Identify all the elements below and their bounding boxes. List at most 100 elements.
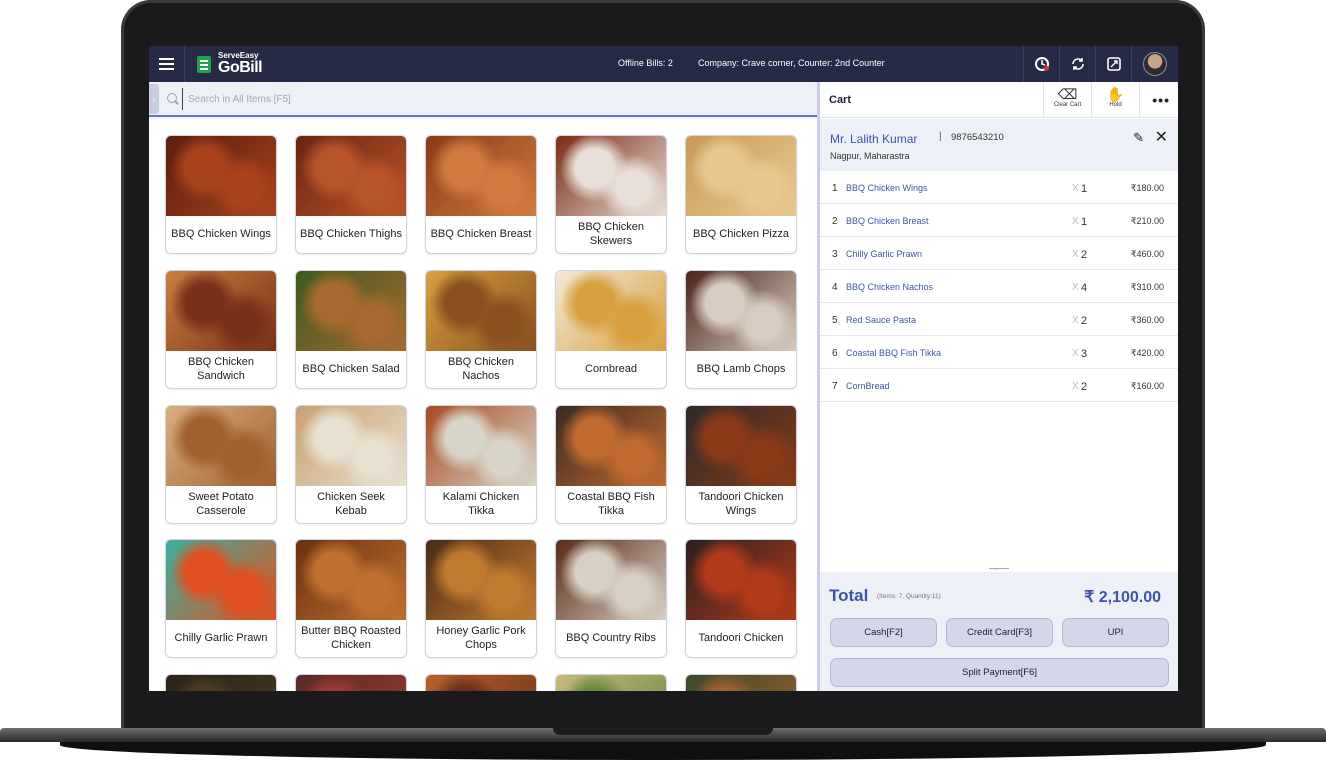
food-image xyxy=(296,136,406,216)
cart-line[interactable]: 1 BBQ Chicken Wings X 1 ₹180.00 xyxy=(820,171,1178,204)
line-price: ₹460.00 xyxy=(1130,249,1164,259)
cart-line[interactable]: 4 BBQ Chicken Nachos X 4 ₹310.00 xyxy=(820,270,1178,303)
menu-item-tile[interactable]: BBQ Chicken Breast xyxy=(425,135,537,254)
line-index: 4 xyxy=(832,282,838,293)
menu-item-tile[interactable]: Tandoori Chicken xyxy=(685,539,797,658)
menu-item-tile[interactable]: BBQ Chicken Salad xyxy=(295,270,407,389)
split-payment-button[interactable]: Split Payment[F6] xyxy=(830,658,1169,687)
clear-cart-label: Clear Cart xyxy=(1053,102,1082,108)
fullscreen-icon xyxy=(1106,57,1121,71)
upi-button[interactable]: UPI xyxy=(1062,618,1169,647)
total-label: Total xyxy=(829,586,869,605)
menu-item-tile[interactable]: BBQ Country Ribs xyxy=(555,539,667,658)
line-quantity[interactable]: 2 xyxy=(1081,249,1087,261)
menu-item-name: Tandoori Chicken xyxy=(698,631,784,644)
line-item-name: Chilly Garlic Prawn xyxy=(846,249,923,259)
menu-item-name: BBQ Lamb Chops xyxy=(696,362,786,375)
menu-item-tile[interactable]: Butter BBQ Roasted Chicken xyxy=(295,539,407,658)
menu-item-tile[interactable]: BBQ Lamb Chops xyxy=(685,270,797,389)
user-profile-button[interactable] xyxy=(1131,46,1178,82)
menu-item-tile[interactable]: BBQ Chicken Thighs xyxy=(295,135,407,254)
cart-line[interactable]: 7 CornBread X 2 ₹160.00 xyxy=(820,369,1178,402)
edit-icon[interactable]: ✎ xyxy=(1133,130,1144,146)
line-multiply: X xyxy=(1072,249,1079,260)
search-input[interactable] xyxy=(182,88,782,110)
cart-line[interactable]: 5 Red Sauce Pasta X 2 ₹360.00 xyxy=(820,303,1178,336)
food-image xyxy=(686,406,796,486)
line-price: ₹310.00 xyxy=(1130,282,1164,292)
line-quantity[interactable]: 2 xyxy=(1081,315,1087,327)
line-multiply: X xyxy=(1072,282,1079,293)
line-quantity[interactable]: 1 xyxy=(1081,183,1087,195)
menu-item-tile[interactable]: Tandoori Chicken Wings xyxy=(685,405,797,524)
cash-button[interactable]: Cash[F2] xyxy=(830,618,937,647)
food-image xyxy=(296,540,406,620)
menu-item-tile[interactable] xyxy=(555,674,667,691)
credit-card-button[interactable]: Credit Card[F3] xyxy=(946,618,1053,647)
line-index: 2 xyxy=(832,216,838,227)
line-item-name: CornBread xyxy=(846,381,890,391)
menu-item-tile[interactable]: Cornbread xyxy=(555,270,667,389)
more-options-button[interactable]: ••• xyxy=(1139,82,1178,118)
food-image xyxy=(426,136,536,216)
menu-item-tile[interactable]: BBQ Chicken Wings xyxy=(165,135,277,254)
clear-cart-button[interactable]: ⌫ Clear Cart xyxy=(1043,82,1091,118)
hold-button[interactable]: ✋ Hold xyxy=(1091,82,1139,118)
fullscreen-button[interactable] xyxy=(1095,46,1131,82)
line-price: ₹360.00 xyxy=(1130,315,1164,325)
menu-item-tile[interactable]: BBQ Chicken Nachos xyxy=(425,270,537,389)
menu-item-tile[interactable]: BBQ Chicken Sandwich xyxy=(165,270,277,389)
food-image xyxy=(556,406,666,486)
menu-item-name: Coastal BBQ Fish Tikka xyxy=(567,490,655,517)
food-image xyxy=(556,540,666,620)
close-icon[interactable]: ✕ xyxy=(1155,127,1168,147)
menu-item-tile[interactable]: Kalami Chicken Tikka xyxy=(425,405,537,524)
menu-item-name: Chicken Seek Kebab xyxy=(317,490,385,517)
brand-big: GoBill xyxy=(218,59,263,76)
total-amount: ₹ 2,100.00 xyxy=(1084,589,1161,606)
line-quantity[interactable]: 1 xyxy=(1081,216,1087,228)
menu-item-tile[interactable]: Sweet Potato Casserole xyxy=(165,405,277,524)
customer-name[interactable]: Mr. Lalith Kumar xyxy=(830,132,917,146)
line-price: ₹160.00 xyxy=(1130,381,1164,391)
line-index: 1 xyxy=(832,183,838,194)
avatar xyxy=(1143,52,1167,76)
refresh-button[interactable] xyxy=(1059,46,1095,82)
cart-line[interactable]: 6 Coastal BBQ Fish Tikka X 3 ₹420.00 xyxy=(820,336,1178,369)
menu-item-name: Tandoori Chicken Wings xyxy=(698,490,784,517)
food-image xyxy=(426,406,536,486)
line-quantity[interactable]: 3 xyxy=(1081,348,1087,360)
drawer-handle[interactable] xyxy=(989,568,1009,569)
offline-bills[interactable]: Offline Bills: 2 xyxy=(618,58,673,68)
menu-item-name: Chilly Garlic Prawn xyxy=(174,631,268,644)
collapse-categories-tab[interactable]: › xyxy=(149,84,159,114)
menu-item-tile[interactable] xyxy=(295,674,407,691)
food-image xyxy=(296,406,406,486)
food-image xyxy=(556,271,666,351)
menu-item-tile[interactable]: Honey Garlic Pork Chops xyxy=(425,539,537,658)
line-index: 7 xyxy=(832,381,838,392)
customer-separator: | xyxy=(939,131,942,142)
cart-line[interactable]: 2 BBQ Chicken Breast X 1 ₹210.00 xyxy=(820,204,1178,237)
menu-item-tile[interactable]: Coastal BBQ Fish Tikka xyxy=(555,405,667,524)
menu-item-tile[interactable]: Chilly Garlic Prawn xyxy=(165,539,277,658)
sync-status-button[interactable] xyxy=(1023,46,1059,82)
menu-button[interactable] xyxy=(149,46,185,82)
menu-item-tile[interactable]: BBQ Chicken Pizza xyxy=(685,135,797,254)
customer-phone: 9876543210 xyxy=(951,132,1004,143)
menu-item-name: BBQ Chicken Salad xyxy=(302,362,400,375)
menu-item-tile[interactable] xyxy=(425,674,537,691)
menu-item-tile[interactable] xyxy=(165,674,277,691)
menu-item-tile[interactable]: Chicken Seek Kebab xyxy=(295,405,407,524)
menu-item-tile[interactable]: BBQ Chicken Skewers xyxy=(555,135,667,254)
line-multiply: X xyxy=(1072,183,1079,194)
line-quantity[interactable]: 4 xyxy=(1081,282,1087,294)
food-image xyxy=(556,675,666,691)
line-quantity[interactable]: 2 xyxy=(1081,381,1087,393)
line-item-name: Coastal BBQ Fish Tikka xyxy=(846,348,942,358)
food-image xyxy=(686,271,796,351)
cart-line[interactable]: 3 Chilly Garlic Prawn X 2 ₹460.00 xyxy=(820,237,1178,270)
menu-item-tile[interactable] xyxy=(685,674,797,691)
hold-label: Hold xyxy=(1109,102,1122,108)
food-image xyxy=(556,136,666,216)
